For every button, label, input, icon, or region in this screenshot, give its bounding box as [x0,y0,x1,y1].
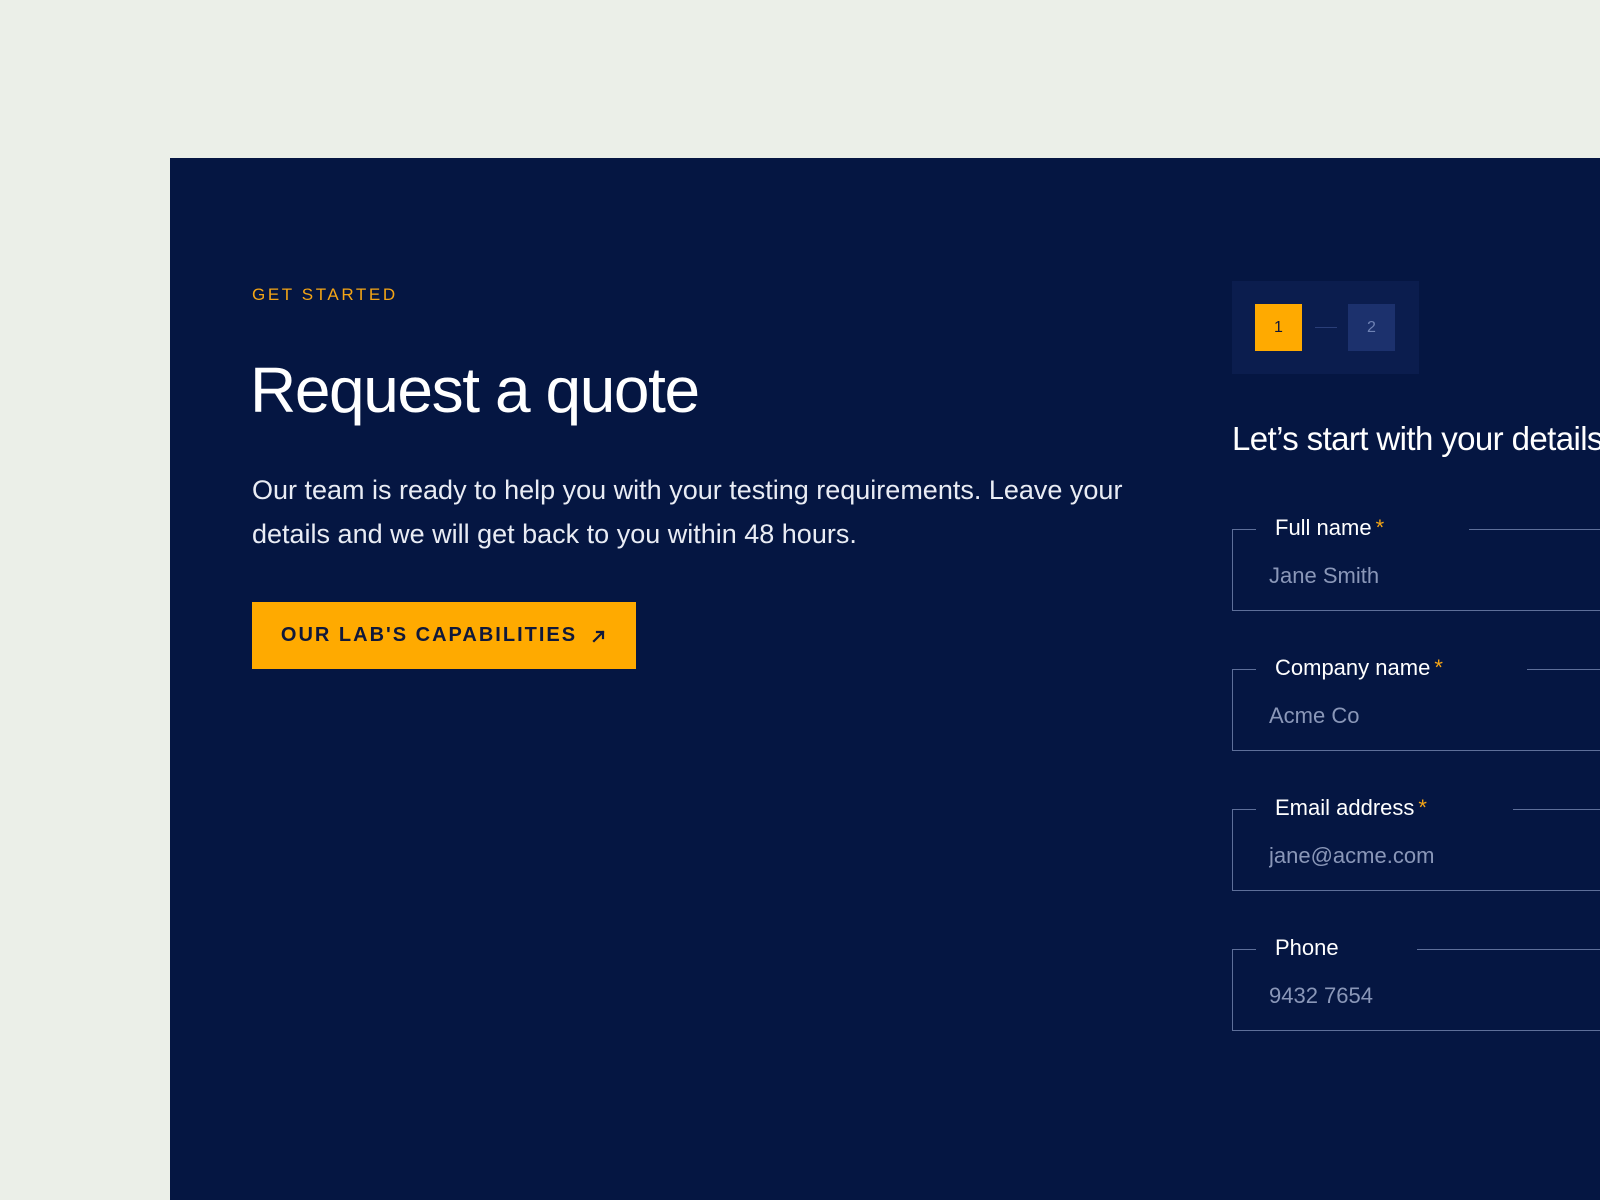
field-border [1417,949,1600,950]
required-marker: * [1418,795,1427,820]
arrow-up-right-icon [591,628,607,644]
email-address-field: Email address * [1232,795,1600,891]
phone-input[interactable] [1269,979,1600,1013]
intro-text: Our team is ready to help you with your … [252,475,1123,549]
field-border [1233,809,1256,810]
lab-capabilities-button[interactable]: OUR LAB'S CAPABILITIES [252,602,636,669]
company-name-input[interactable] [1269,699,1600,733]
full-name-label: Full name * [1275,515,1385,540]
eyebrow-label: GET STARTED [252,285,398,304]
email-address-label: Email address * [1275,795,1427,820]
field-border [1527,669,1600,670]
quote-panel: GET STARTED Request a quote Our team is … [170,158,1600,1200]
required-marker: * [1434,655,1443,680]
company-name-label: Company name * [1275,655,1443,680]
full-name-field: Full name * [1232,515,1600,611]
lab-capabilities-button-label: OUR LAB'S CAPABILITIES [280,624,578,646]
phone-field: Phone [1232,935,1600,1031]
field-border [1233,949,1256,950]
form-stepper: 1 2 [1232,281,1419,374]
field-border [1233,669,1256,670]
company-name-field: Company name * [1232,655,1600,751]
form-heading: Let’s start with your details [1232,420,1600,457]
step-connector [1315,327,1337,328]
email-address-input[interactable] [1269,839,1600,873]
step-1-indicator[interactable]: 1 [1255,304,1302,351]
phone-label: Phone [1275,935,1339,960]
full-name-input[interactable] [1269,559,1600,593]
field-border [1513,809,1600,810]
page-title: Request a quote [250,354,700,426]
step-2-indicator[interactable]: 2 [1348,304,1395,351]
field-border [1469,529,1600,530]
required-marker: * [1375,515,1385,540]
field-border [1233,529,1256,530]
